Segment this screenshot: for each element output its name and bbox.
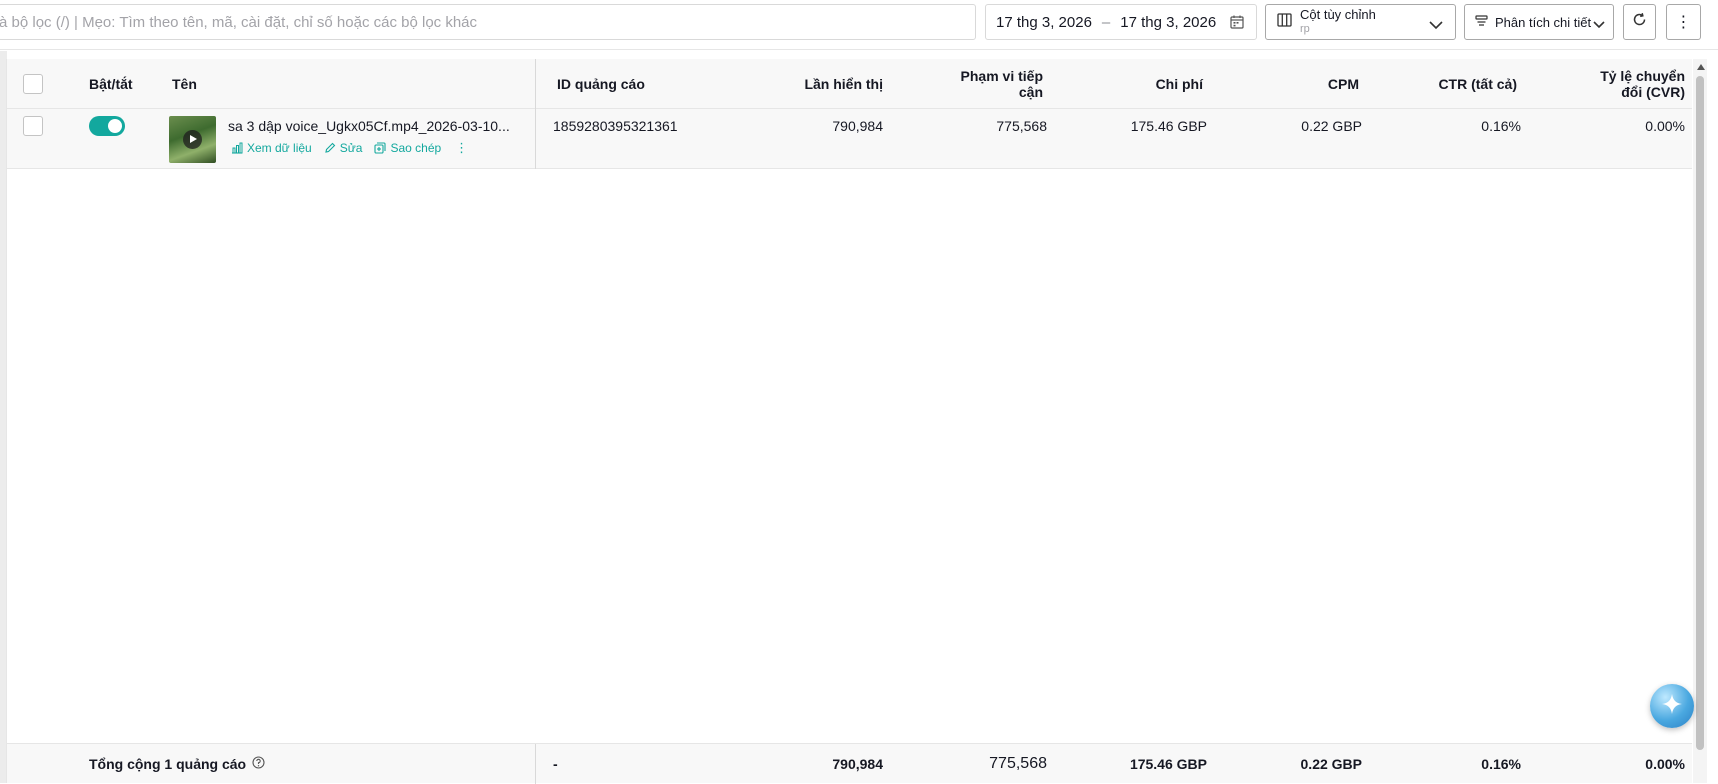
ai-assistant-button[interactable] [1650, 684, 1694, 728]
ad-id-cell: 1859280395321361 [553, 118, 678, 134]
pencil-icon [325, 142, 336, 153]
total-cost: 175.46 GBP [1129, 756, 1207, 772]
view-data-link[interactable]: Xem dữ liệu [231, 141, 312, 155]
edit-label: Sửa [339, 141, 363, 155]
total-impressions: 790,984 [832, 756, 883, 772]
search-box[interactable] [0, 4, 976, 40]
frozen-column-divider [535, 59, 536, 169]
calendar-icon [1230, 15, 1244, 33]
col-header-cpm[interactable]: CPM [1207, 76, 1359, 92]
reach-cell: 775,568 [996, 118, 1047, 134]
date-end: 17 thg 3, 2026 [1120, 13, 1217, 31]
refresh-icon [1632, 12, 1647, 32]
total-label: Tổng cộng 1 quảng cáo [89, 756, 247, 772]
cpm-cell: 0.22 GBP [1301, 118, 1362, 134]
ad-status-toggle[interactable] [89, 116, 125, 136]
ads-table: Bật/tắt Tên ID quảng cáo Lần hiển thị Ph… [6, 59, 1692, 784]
col-header-name[interactable]: Tên [172, 76, 197, 92]
custom-columns-title: Cột tùy chỉnh [1300, 7, 1376, 22]
col-header-reach[interactable]: Phạm vi tiếp cận [887, 68, 1043, 100]
breakdown-icon [1475, 14, 1488, 30]
more-icon: ⋮ [1675, 14, 1692, 31]
col-header-reach-line2: cận [1018, 84, 1043, 100]
cvr-cell: 0.00% [1645, 118, 1685, 134]
video-thumbnail[interactable] [169, 116, 216, 163]
chevron-down-icon [1593, 17, 1605, 32]
search-input[interactable] [0, 5, 975, 39]
row-actions: Xem dữ liệu Sửa Sao chép ⋮ [231, 140, 468, 156]
chevron-down-icon [1429, 17, 1443, 35]
date-range-picker[interactable]: 17 thg 3, 2026 – 17 thg 3, 2026 [985, 4, 1257, 40]
chart-icon [232, 142, 243, 154]
date-separator: – [1101, 13, 1111, 31]
select-all-checkbox[interactable] [23, 74, 43, 94]
scroll-up-arrow-icon[interactable] [1697, 64, 1705, 70]
scrollbar-thumb[interactable] [1696, 76, 1704, 750]
table-header: Bật/tắt Tên ID quảng cáo Lần hiển thị Ph… [7, 59, 1692, 109]
row-checkbox[interactable] [23, 116, 43, 136]
duplicate-icon [374, 142, 387, 154]
view-data-label: Xem dữ liệu [247, 141, 312, 155]
col-header-reach-line1: Phạm vi tiếp [960, 68, 1043, 84]
col-header-impressions[interactable]: Lần hiển thị [747, 76, 883, 92]
total-ctr: 0.16% [1481, 756, 1521, 772]
total-ad-id: - [553, 756, 558, 772]
edit-link[interactable]: Sửa [324, 141, 363, 155]
row-more-icon[interactable]: ⋮ [455, 140, 468, 156]
impressions-cell: 790,984 [832, 118, 883, 134]
more-options-button[interactable]: ⋮ [1666, 4, 1701, 40]
total-cvr: 0.00% [1645, 756, 1685, 772]
play-icon [183, 130, 202, 149]
help-icon[interactable] [252, 756, 265, 772]
breakdown-button[interactable]: Phân tích chi tiết [1464, 4, 1614, 40]
breakdown-label: Phân tích chi tiết [1495, 14, 1592, 30]
total-label-wrap: Tổng cộng 1 quảng cáo [89, 756, 265, 772]
col-header-cvr-line2: đổi (CVR) [1621, 84, 1685, 100]
col-header-ad-id[interactable]: ID quảng cáo [557, 76, 645, 92]
custom-columns-preset: rp [1300, 23, 1310, 35]
total-reach: 775,568 [989, 755, 1047, 772]
columns-icon [1277, 12, 1292, 32]
copy-link[interactable]: Sao chép [374, 141, 441, 155]
col-header-toggle[interactable]: Bật/tắt [89, 76, 133, 92]
col-header-cvr[interactable]: Tỷ lệ chuyển đổi (CVR) [1521, 68, 1685, 100]
refresh-button[interactable] [1623, 4, 1656, 40]
col-header-cvr-line1: Tỷ lệ chuyển [1600, 68, 1685, 84]
copy-label: Sao chép [390, 141, 442, 155]
footer-divider [535, 744, 536, 784]
custom-columns-button[interactable]: Cột tùy chỉnh rp [1265, 4, 1456, 40]
toolbar: 17 thg 3, 2026 – 17 thg 3, 2026 Cột tùy … [0, 0, 1718, 50]
cost-cell: 175.46 GBP [1130, 118, 1207, 134]
ctr-cell: 0.16% [1481, 118, 1521, 134]
ad-name-link[interactable]: sa 3 dập voice_Ugkx05Cf.mp4_2026-03-10..… [228, 118, 530, 134]
total-cpm: 0.22 GBP [1300, 756, 1362, 772]
date-start: 17 thg 3, 2026 [996, 13, 1092, 31]
col-header-ctr[interactable]: CTR (tất cả) [1363, 76, 1517, 92]
table-footer: Tổng cộng 1 quảng cáo - 790,984 775,568 … [7, 743, 1692, 784]
sparkle-icon [1660, 692, 1684, 721]
col-header-cost[interactable]: Chi phí [1047, 76, 1203, 92]
